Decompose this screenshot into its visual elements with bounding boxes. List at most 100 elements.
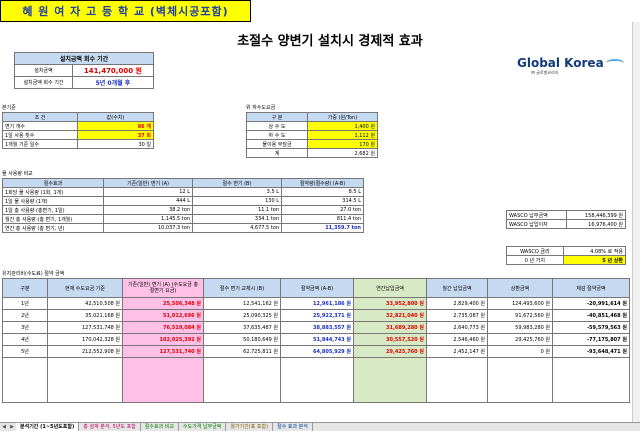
maint-filler xyxy=(426,357,488,403)
usage-cell: 월간 총 사용량 (총 변기, 1개월) xyxy=(2,214,104,224)
table-row: 5년 212,552,908 원 127,531,740 원 62,725,811 원… xyxy=(2,345,630,358)
maint-cell: 51,012,696 원 xyxy=(122,309,204,322)
wasco-rate-value: 4.08% 로 적용 xyxy=(562,246,627,256)
usage-cell: 10,037.3 ton xyxy=(103,223,193,233)
maint-cell: 212,552,908 원 xyxy=(47,345,123,358)
usage-cell: 1일 총 사용량 (총변기, 1일) xyxy=(2,205,104,215)
basic-label: 1일 사용 횟수 xyxy=(2,130,78,140)
water-rate-table: 구 분 가중 (원/Ton) 상 수 도 1,400 원 하 수 도 1,112 원 … xyxy=(246,112,378,158)
maint-cell: 33,952,800 원 xyxy=(353,297,427,310)
usage-table: 절수효과 기존(일반) 변기 (A) 절수 변기 (B) 절약량(절수량) (A… xyxy=(2,178,364,233)
table-row: 2년 35,021,168 원 51,012,696 원 25,090,325 원 25… xyxy=(2,309,630,322)
tab-first-icon[interactable]: ◀ xyxy=(0,424,8,430)
basic-value[interactable]: 86 개 xyxy=(77,121,154,131)
maint-cell: 25,090,325 원 xyxy=(203,309,281,322)
basic-value[interactable]: 37 회 xyxy=(77,130,154,140)
maint-cell: -93,648,471 원 xyxy=(552,345,630,358)
maint-cell: 29,425,760 원 xyxy=(353,345,427,358)
summary-value: 5년 0개월 후 xyxy=(71,76,155,89)
usage-cell: 1,145.5 ton xyxy=(103,214,193,224)
summary-label: 설치금액 회수 기간 xyxy=(14,76,73,89)
maint-header: 연간납입금액 xyxy=(353,278,427,298)
water-header: 가중 (원/Ton) xyxy=(307,112,378,122)
maint-cell: 76,519,084 원 xyxy=(122,321,204,334)
maint-header: 상환금액 xyxy=(487,278,553,298)
maint-cell: 170,042,328 원 xyxy=(47,333,123,346)
water-label: 상 수 도 xyxy=(246,121,308,131)
maint-filler xyxy=(552,357,630,403)
basic-table: 조 건 값(수치) 변기 개수 86 개 1일 사용 횟수 37 회 1개월 기준 일… xyxy=(2,112,154,149)
summary-value: 141,470,000 원 xyxy=(71,64,155,77)
maint-header: 월간 납입금액 xyxy=(426,278,488,298)
maint-cell: 2,452,147 원 xyxy=(426,345,488,358)
usage-cell: 4,677.5 ton xyxy=(192,223,282,233)
wasco-table: WASCO 납부금액 158,446,399 원 WASCO 납입이자 16,976… xyxy=(506,210,627,229)
logo-name: Global Korea xyxy=(517,56,627,70)
maint-header: 기존(일반) 변기 (A) (수도요금 총 절변기 요금) xyxy=(122,278,204,298)
wasco-value: 158,446,399 원 xyxy=(565,210,627,220)
water-label: 계 xyxy=(246,148,308,158)
usage-cell: 3.5 L xyxy=(192,187,282,197)
maint-cell: 12,541,162 원 xyxy=(203,297,281,310)
maint-cell: 2,640,773 원 xyxy=(426,321,488,334)
summary-header: 설치금액 회수 기간 xyxy=(14,52,154,65)
maint-cell: 12,961,186 원 xyxy=(280,297,354,310)
table-row: 1년 42,510,508 원 25,506,348 원 12,541,162 원 12… xyxy=(2,297,630,310)
maint-header: 구분 xyxy=(2,278,48,298)
maint-cell: 62,725,811 원 xyxy=(203,345,281,358)
basic-header: 값(수치) xyxy=(77,112,154,122)
maint-cell: 50,180,649 원 xyxy=(203,333,281,346)
basic-title: 본기준 xyxy=(2,105,16,111)
usage-cell: 811.4 ton xyxy=(281,214,364,224)
logo-sub: ㈜ 글로벌코리아 xyxy=(531,70,559,75)
maint-filler xyxy=(487,357,553,403)
wasco-label: WASCO 납입이자 xyxy=(506,219,567,229)
wasco-period-label: 0 년 거치 xyxy=(506,255,564,265)
maint-cell: -20,991,614 원 xyxy=(552,297,630,310)
basic-label: 1개월 기준 일수 xyxy=(2,139,78,149)
vertical-scrollbar[interactable] xyxy=(632,22,640,422)
maint-header: 체감 절약금액 xyxy=(552,278,630,298)
wasco-label: WASCO 납부금액 xyxy=(506,210,567,220)
basic-label: 변기 개수 xyxy=(2,121,78,131)
maint-filler xyxy=(280,357,354,403)
maint-filler xyxy=(2,357,48,403)
usage-header: 절수 변기 (B) xyxy=(192,178,282,188)
maint-cell: 1년 xyxy=(2,297,48,310)
maint-header: 현재 수도요금 기준 xyxy=(47,278,123,298)
maint-cell: 35,021,168 원 xyxy=(47,309,123,322)
usage-cell: 8.5 L xyxy=(281,187,364,197)
water-value[interactable]: 1,400 원 xyxy=(307,121,378,131)
maint-filler xyxy=(353,357,427,403)
maint-cell: 59,983,280 원 xyxy=(487,321,553,334)
usage-header: 절수효과 xyxy=(2,178,104,188)
water-value: 2,682 원 xyxy=(307,148,378,158)
usage-cell: 11.1 ton xyxy=(192,205,282,215)
water-value[interactable]: 1,112 원 xyxy=(307,130,378,140)
maint-cell: 51,844,743 원 xyxy=(280,333,354,346)
water-label: 물이용 부담금 xyxy=(246,139,308,149)
maint-header: 절수 변기 교체시 (B) xyxy=(203,278,281,298)
usage-header: 기존(일반) 변기 (A) xyxy=(103,178,193,188)
usage-cell: 334.1 ton xyxy=(192,214,282,224)
maint-cell: 102,025,392 원 xyxy=(122,333,204,346)
tab-last-icon[interactable]: ▶ xyxy=(8,424,16,430)
wasco-period-value[interactable]: 5 년 상환 xyxy=(562,255,627,265)
usage-cell: 444 L xyxy=(103,196,193,206)
usage-cell: 연간 총 사용량 (총 변기, 년) xyxy=(2,223,104,233)
maint-cell: 38,883,557 원 xyxy=(280,321,354,334)
usage-title: 물 사용량 비교 xyxy=(2,171,33,177)
maint-cell: 5년 xyxy=(2,345,48,358)
maint-cell: 4년 xyxy=(2,333,48,346)
wasco-value: 16,976,400 원 xyxy=(565,219,627,229)
maint-table: 구분 현재 수도요금 기준 기존(일반) 변기 (A) (수도요금 총 절변기 … xyxy=(2,278,630,403)
usage-cell: 12 L xyxy=(103,187,193,197)
usage-cell: 314.5 L xyxy=(281,196,364,206)
water-value[interactable]: 170 원 xyxy=(307,139,378,149)
maint-cell: 32,821,040 원 xyxy=(353,309,427,322)
water-label: 하 수 도 xyxy=(246,130,308,140)
basic-value: 30 일 xyxy=(77,139,154,149)
logo: Global Korea ㈜ 글로벌코리아 xyxy=(517,56,627,82)
table-row: 3년 127,531,748 원 76,519,084 원 37,635,487 원3… xyxy=(2,321,630,334)
school-title: 혜 원 여 자 고 등 학 교 (벽체시공포함) xyxy=(0,0,251,22)
